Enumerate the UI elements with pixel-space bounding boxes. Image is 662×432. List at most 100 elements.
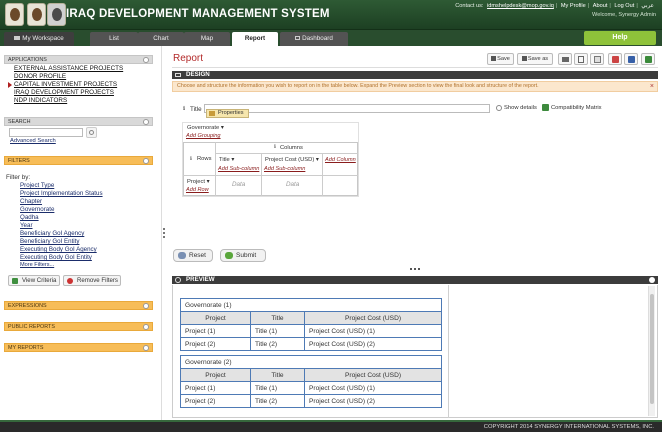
instructions-notice: Choose and structure the information you… bbox=[172, 81, 658, 92]
about-link[interactable]: About bbox=[593, 3, 608, 9]
export-word-button[interactable] bbox=[624, 53, 638, 65]
expand-icon[interactable] bbox=[143, 324, 149, 330]
help-button[interactable]: Help bbox=[584, 31, 656, 45]
public-reports-panel-header[interactable]: PUBLIC REPORTS bbox=[4, 322, 153, 331]
view-criteria-button[interactable]: View Criteria bbox=[8, 275, 60, 286]
grid-line bbox=[261, 154, 262, 196]
reset-button[interactable]: Reset bbox=[173, 249, 213, 262]
scrollbar-thumb[interactable] bbox=[650, 294, 654, 404]
my-reports-panel-header[interactable]: MY REPORTS bbox=[4, 343, 153, 352]
dashboard-icon bbox=[295, 36, 301, 40]
search-input[interactable] bbox=[9, 128, 83, 137]
collapse-icon[interactable] bbox=[143, 119, 149, 125]
dropdown-arrow-icon: ▾ bbox=[220, 125, 224, 131]
app-title: IRAQ DEVELOPMENT MANAGEMENT SYSTEM bbox=[66, 8, 330, 20]
filter-chapter[interactable]: Chapter bbox=[20, 198, 42, 205]
row-project-field[interactable]: Project ▾ bbox=[187, 179, 210, 185]
more-filters-link[interactable]: More Filters... bbox=[20, 262, 54, 268]
filter-beneficiary-agency[interactable]: Beneficiary GoI Agency bbox=[20, 230, 84, 237]
filter-qadha[interactable]: Qadha bbox=[20, 214, 39, 221]
copy-button[interactable] bbox=[574, 53, 588, 65]
remove-filters-button[interactable]: Remove Filters bbox=[63, 275, 121, 286]
add-grouping-link[interactable]: Add Grouping bbox=[186, 133, 221, 139]
idms-logo bbox=[47, 3, 66, 26]
expand-icon[interactable] bbox=[143, 303, 149, 309]
table-row: Project (1) Title (1) Project Cost (USD) (… bbox=[180, 381, 442, 395]
export-excel-button[interactable] bbox=[641, 53, 655, 65]
data-placeholder: Data bbox=[232, 181, 246, 188]
dropdown-arrow-icon: ▾ bbox=[315, 157, 319, 163]
collapse-icon[interactable] bbox=[143, 158, 149, 164]
filter-implementation-status[interactable]: Project Implementation Status bbox=[20, 190, 103, 197]
add-row-link[interactable]: Add Row bbox=[186, 187, 209, 193]
tab-chart[interactable]: Chart bbox=[138, 32, 184, 46]
tab-list[interactable]: List bbox=[90, 32, 138, 46]
app-link-external-assistance[interactable]: EXTERNAL ASSISTANCE PROJECTS bbox=[14, 65, 123, 72]
save-icon bbox=[491, 56, 497, 61]
filter-beneficiary-entity[interactable]: Beneficiary GoI Entity bbox=[20, 238, 80, 245]
app-header: IRAQ DEVELOPMENT MANAGEMENT SYSTEM Conta… bbox=[0, 0, 662, 30]
filter-governorate[interactable]: Governorate bbox=[20, 206, 54, 213]
logout-link[interactable]: Log Out bbox=[614, 3, 634, 9]
column-header: Project Cost (USD) bbox=[304, 368, 442, 382]
tab-map[interactable]: Map bbox=[184, 32, 230, 46]
print-button[interactable] bbox=[558, 53, 572, 65]
add-subcolumn-link[interactable]: Add Sub-column bbox=[218, 166, 259, 172]
filter-executing-agency[interactable]: Executing Body GoI Agency bbox=[20, 246, 97, 253]
tab-report[interactable]: Report bbox=[232, 32, 278, 46]
search-button[interactable] bbox=[86, 127, 97, 138]
contact-email-link[interactable]: idmshelpdesk@mop.gov.iq bbox=[487, 3, 554, 9]
export-pdf-button[interactable] bbox=[608, 53, 622, 65]
app-link-capital-investment[interactable]: CAPITAL INVESTMENT PROJECTS bbox=[14, 81, 117, 88]
expressions-panel-header[interactable]: EXPRESSIONS bbox=[4, 301, 153, 310]
column-cost-field[interactable]: Project Cost (USD) ▾ bbox=[265, 157, 319, 163]
expand-icon[interactable] bbox=[143, 345, 149, 351]
save-button[interactable]: Save bbox=[487, 53, 514, 65]
schedule-button[interactable] bbox=[590, 53, 604, 65]
column-header: Title bbox=[250, 368, 305, 382]
remove-icon bbox=[67, 278, 73, 284]
triangle-right-icon bbox=[8, 82, 12, 88]
tab-dashboard[interactable]: Dashboard bbox=[280, 32, 348, 46]
filter-executing-entity[interactable]: Executing Body GoI Entity bbox=[20, 254, 92, 261]
app-link-ndp-indicators[interactable]: NDP INDICATORS bbox=[14, 97, 67, 104]
properties-tooltip[interactable]: Properties bbox=[206, 109, 249, 118]
column-title-field[interactable]: Title ▾ bbox=[219, 157, 234, 163]
horizontal-splitter[interactable] bbox=[410, 268, 420, 271]
column-header: Project bbox=[180, 368, 251, 382]
app-link-iraq-development[interactable]: IRAQ DEVELOPMENT PROJECTS bbox=[14, 89, 114, 96]
save-as-button[interactable]: Save as bbox=[517, 53, 553, 65]
filter-year[interactable]: Year bbox=[20, 222, 33, 229]
copy-icon bbox=[578, 56, 584, 63]
preview-section-bar[interactable]: PREVIEW bbox=[172, 276, 658, 284]
show-details-radio[interactable] bbox=[496, 105, 502, 111]
add-subcolumn-link[interactable]: Add Sub-column bbox=[264, 166, 305, 172]
arabic-language-link[interactable]: عربي bbox=[641, 3, 654, 9]
preview-scrollbar[interactable] bbox=[648, 286, 655, 416]
filter-project-type[interactable]: Project Type bbox=[20, 182, 54, 189]
grid-line bbox=[322, 154, 323, 196]
filters-panel-header[interactable]: FILTERS bbox=[4, 156, 153, 165]
advanced-search-link[interactable]: Advanced Search bbox=[10, 138, 56, 144]
tab-my-workspace[interactable]: My Workspace bbox=[4, 32, 74, 46]
app-link-donor-profile[interactable]: DONOR PROFILE bbox=[14, 73, 66, 80]
show-details-label[interactable]: Show details bbox=[504, 105, 537, 111]
design-section-bar[interactable]: DESIGN bbox=[172, 71, 658, 79]
my-profile-link[interactable]: My Profile bbox=[561, 3, 586, 9]
submit-button[interactable]: Submit bbox=[220, 249, 266, 262]
collapse-icon[interactable] bbox=[143, 57, 149, 63]
compatibility-matrix-link[interactable]: Compatibility Matrix bbox=[551, 105, 602, 111]
add-column-link[interactable]: Add Column bbox=[325, 157, 356, 163]
design-icon bbox=[175, 73, 181, 77]
applications-panel-header[interactable]: APPLICATIONS bbox=[4, 55, 153, 64]
title-divider bbox=[172, 67, 658, 68]
close-icon[interactable]: × bbox=[650, 82, 654, 91]
preview-divider bbox=[448, 285, 449, 418]
dropdown-arrow-icon: ▾ bbox=[206, 179, 210, 185]
grouping-field[interactable]: Governorate ▾ bbox=[187, 125, 224, 131]
collapse-icon[interactable] bbox=[649, 277, 655, 283]
check-icon bbox=[12, 278, 18, 284]
search-panel-header[interactable]: SEARCH bbox=[4, 117, 153, 126]
title-label: Title bbox=[190, 106, 202, 113]
iraq-emblem-logo bbox=[5, 3, 24, 26]
